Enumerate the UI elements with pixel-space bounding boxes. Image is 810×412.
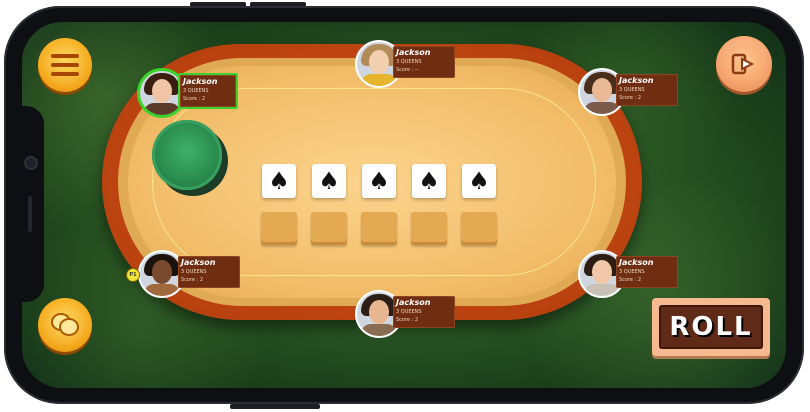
- power-button: [230, 404, 320, 409]
- front-camera: [26, 158, 36, 168]
- player-score: Score : 2: [181, 277, 204, 283]
- card-slot-3[interactable]: [361, 212, 397, 245]
- avatar-body: [144, 284, 180, 296]
- player-hand: 3 QUEENS: [396, 59, 422, 65]
- avatar-body: [584, 102, 620, 114]
- player-name: Jackson: [183, 77, 218, 86]
- player-hand: 3 QUEENS: [619, 269, 645, 275]
- player-name: Jackson: [396, 48, 431, 57]
- avatar-face: [592, 78, 612, 102]
- player-info-top-left: Jackson 3 QUEENS Score : 2: [178, 73, 238, 109]
- roll-button-label: ROLL: [669, 312, 753, 342]
- player-name: Jackson: [396, 298, 431, 307]
- avatar-face: [369, 300, 389, 324]
- player-name: Jackson: [619, 76, 654, 85]
- player-score: Score : --: [396, 67, 419, 73]
- card-spade-4[interactable]: ♠: [412, 164, 446, 198]
- avatar-face: [152, 79, 172, 103]
- share-arrow-icon: [731, 53, 755, 75]
- player-hand: 3 QUEENS: [181, 269, 207, 275]
- chat-button[interactable]: [38, 298, 92, 352]
- chat-bubbles-icon: [51, 313, 79, 336]
- player-info-top-center: Jackson 3 QUEENS Score : --: [393, 46, 455, 78]
- avatar-face: [152, 260, 172, 284]
- card-spade-5[interactable]: ♠: [462, 164, 496, 198]
- player-info-bottom-left: Jackson 3 QUEENS Score : 2: [178, 256, 240, 288]
- earpiece-speaker: [28, 196, 32, 232]
- player-score: Score : 2: [183, 96, 206, 102]
- player-hand: 3 QUEENS: [396, 309, 422, 315]
- share-button[interactable]: [716, 36, 772, 92]
- card-slot-5[interactable]: [461, 212, 497, 245]
- avatar-body: [584, 284, 620, 296]
- player-score: Score : 2: [396, 317, 419, 323]
- player-score: Score : 2: [619, 277, 642, 283]
- roll-button[interactable]: ROLL: [652, 298, 770, 356]
- card-spade-2[interactable]: ♠: [312, 164, 346, 198]
- player-info-top-right: Jackson 3 QUEENS Score : 2: [616, 74, 678, 106]
- card-slot-4[interactable]: [411, 212, 447, 245]
- card-slot-1[interactable]: [261, 212, 297, 245]
- player-name: Jackson: [619, 258, 654, 267]
- phone-notch: [22, 106, 44, 302]
- player-hand: 3 QUEENS: [619, 87, 645, 93]
- avatar-body: [361, 74, 397, 86]
- dealer-chip: [152, 120, 222, 190]
- player-info-bottom-center: Jackson 3 QUEENS Score : 2: [393, 296, 455, 328]
- card-spade-1[interactable]: ♠: [262, 164, 296, 198]
- avatar-body: [361, 324, 397, 336]
- player-score: Score : 2: [619, 95, 642, 101]
- hamburger-menu-icon: [51, 54, 79, 76]
- player-hand: 3 QUEENS: [183, 88, 209, 94]
- card-slot-2[interactable]: [311, 212, 347, 245]
- player-name: Jackson: [181, 258, 216, 267]
- menu-button[interactable]: [38, 38, 92, 92]
- avatar-face: [592, 260, 612, 284]
- player-info-bottom-right: Jackson 3 QUEENS Score : 2: [616, 256, 678, 288]
- avatar-face: [369, 50, 389, 74]
- card-spade-3[interactable]: ♠: [362, 164, 396, 198]
- player-one-badge: P1: [126, 268, 140, 282]
